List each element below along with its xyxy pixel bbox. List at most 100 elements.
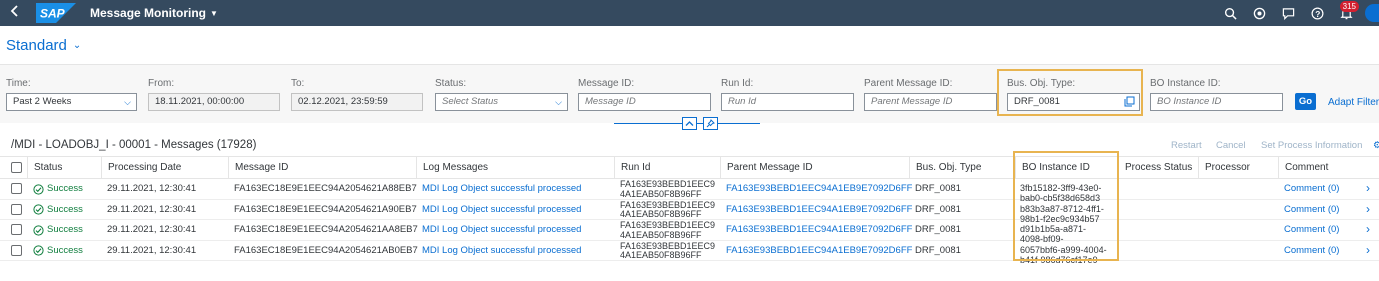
run-id-line: 4A1EAB50F8B96FF [620, 209, 702, 219]
processing-date-cell: 29.11.2021, 12:30:41 [107, 203, 197, 215]
message-id-cell: FA163EC18E9E1EEC94A2054621AB0EB7 [234, 244, 418, 256]
status-cell: Success [27, 220, 83, 240]
table-row[interactable]: Success 29.11.2021, 12:30:41 FA163EC18E9… [0, 241, 1379, 261]
copilot-icon [1253, 7, 1266, 19]
run-id-input[interactable]: Run Id [721, 93, 854, 111]
comment-link[interactable]: Comment (0) [1278, 200, 1339, 220]
column-header[interactable]: Bus. Obj. Type [909, 157, 981, 179]
column-header[interactable]: Processing Date [101, 157, 181, 179]
comment-link[interactable]: Comment (0) [1278, 220, 1339, 240]
processing-date-cell: 29.11.2021, 12:30:41 [107, 183, 197, 194]
time-select[interactable]: Past 2 Weeks ⌵ [6, 93, 137, 111]
value-help-icon[interactable] [1124, 96, 1135, 107]
restart-button[interactable]: Restart [1171, 140, 1202, 151]
search-button[interactable] [1216, 0, 1245, 26]
bo-instance-id-input[interactable]: BO Instance ID [1150, 93, 1283, 111]
chevron-down-icon: ⌵ [124, 97, 131, 107]
table-row[interactable]: Success 29.11.2021, 12:30:41 FA163EC18E9… [0, 220, 1379, 241]
log-messages-link[interactable]: MDI Log Object successful processed [416, 220, 581, 240]
bus-obj-type-label: Bus. Obj. Type: [1007, 78, 1076, 89]
cancel-button[interactable]: Cancel [1216, 140, 1246, 151]
user-avatar[interactable] [1365, 4, 1379, 22]
set-process-information-button[interactable]: Set Process Information [1261, 140, 1362, 151]
column-header[interactable]: Status [27, 157, 62, 179]
chevron-left-icon [10, 5, 18, 17]
log-messages-link[interactable]: MDI Log Object successful processed [416, 179, 581, 199]
svg-text:?: ? [1315, 8, 1320, 18]
row-navigation-icon[interactable]: › [1366, 222, 1370, 236]
back-button[interactable] [0, 0, 30, 26]
bo-instance-id-label: BO Instance ID: [1150, 78, 1221, 89]
row-checkbox[interactable] [11, 244, 22, 256]
variant-selector[interactable]: Standard ⌄ [6, 37, 81, 54]
success-icon [33, 204, 44, 215]
row-checkbox[interactable] [11, 203, 22, 215]
adapt-filters-link[interactable]: Adapt Filters [1328, 97, 1379, 108]
pin-header-button[interactable] [703, 117, 718, 130]
parent-message-id-link[interactable]: FA163E93BEBD1EEC94A1EB9E7092D6FF [720, 220, 912, 240]
app-title-menu[interactable]: Message Monitoring ▼ [90, 6, 218, 20]
message-id-input[interactable]: Message ID [578, 93, 711, 111]
go-button[interactable]: Go [1295, 93, 1316, 110]
sap-logo[interactable]: SAP [36, 3, 76, 23]
column-header[interactable]: Run Id [614, 157, 650, 179]
processing-date-cell: 29.11.2021, 12:30:41 [107, 244, 197, 256]
to-value: 02.12.2021, 23:59:59 [298, 96, 388, 107]
table-row[interactable]: Success 29.11.2021, 12:30:41 FA163EC18E9… [0, 179, 1379, 200]
notifications-button[interactable]: 315 [1332, 0, 1361, 26]
log-messages-link[interactable]: MDI Log Object successful processed [416, 200, 581, 220]
column-header[interactable]: Comment [1278, 157, 1360, 179]
parent-message-id-link[interactable]: FA163E93BEBD1EEC94A1EB9E7092D6FF [720, 200, 912, 220]
table-header: Status Processing Date Message ID Log Me… [0, 156, 1379, 179]
log-messages-link[interactable]: MDI Log Object successful processed [416, 241, 581, 261]
column-header[interactable]: Log Messages [416, 157, 488, 179]
parent-message-id-input[interactable]: Parent Message ID [864, 93, 997, 111]
status-text: Success [47, 224, 83, 235]
pin-icon [706, 119, 715, 128]
row-checkbox[interactable] [11, 224, 22, 235]
run-id-label: Run Id: [721, 78, 754, 89]
search-icon [1224, 7, 1237, 20]
help-icon: ? [1311, 7, 1324, 19]
success-icon [33, 224, 44, 236]
help-button[interactable]: ? [1303, 0, 1332, 26]
parent-message-id-link[interactable]: FA163E93BEBD1EEC94A1EB9E7092D6FF [720, 179, 912, 199]
row-checkbox[interactable] [11, 183, 22, 194]
column-header[interactable]: Process Status [1118, 157, 1192, 179]
from-value: 18.11.2021, 00:00:00 [155, 96, 245, 107]
select-all-checkbox[interactable] [11, 162, 22, 173]
status-cell: Success [27, 200, 83, 220]
column-header[interactable]: Message ID [228, 157, 288, 179]
row-navigation-icon[interactable]: › [1366, 243, 1370, 257]
settings-icon[interactable]: ⚙ [1373, 140, 1379, 151]
highlight-box [1013, 151, 1119, 261]
column-header[interactable]: Parent Message ID [720, 157, 813, 179]
run-id-cell: FA163E93BEBD1EEC9 4A1EAB50F8B96FF [614, 200, 715, 220]
variant-name: Standard [6, 37, 67, 54]
chevron-down-icon: ⌄ [72, 40, 82, 51]
to-label: To: [291, 78, 305, 89]
notification-badge: 315 [1339, 1, 1359, 12]
parent-message-id-link[interactable]: FA163E93BEBD1EEC94A1EB9E7092D6FF [720, 241, 912, 261]
feedback-button[interactable] [1274, 0, 1303, 26]
table-title: /MDI - LOADOBJ_I - 00001 - Messages (179… [11, 139, 257, 151]
row-navigation-icon[interactable]: › [1366, 181, 1370, 195]
row-navigation-icon[interactable]: › [1366, 202, 1370, 216]
collapse-header-button[interactable] [682, 117, 697, 130]
copilot-button[interactable] [1245, 0, 1274, 26]
comment-link[interactable]: Comment (0) [1278, 179, 1339, 199]
column-header[interactable]: Processor [1198, 157, 1250, 179]
run-id-cell: FA163E93BEBD1EEC9 4A1EAB50F8B96FF [614, 241, 715, 261]
parent-message-id-placeholder: Parent Message ID [871, 96, 953, 107]
from-label: From: [148, 78, 175, 89]
bus-obj-type-cell: DRF_0081 [915, 244, 961, 256]
parent-message-id-label: Parent Message ID: [864, 78, 953, 89]
bo-instance-id-placeholder: BO Instance ID [1157, 96, 1222, 107]
message-id-placeholder: Message ID [585, 96, 636, 107]
message-id-cell: FA163EC18E9E1EEC94A2054621A88EB7 [234, 183, 417, 194]
comment-link[interactable]: Comment (0) [1278, 241, 1339, 261]
table-row[interactable]: Success 29.11.2021, 12:30:41 FA163EC18E9… [0, 200, 1379, 220]
status-select[interactable]: Select Status ⌵ [435, 93, 568, 111]
bus-obj-type-input[interactable]: DRF_0081 [1007, 93, 1140, 111]
bus-obj-type-cell: DRF_0081 [915, 224, 961, 235]
